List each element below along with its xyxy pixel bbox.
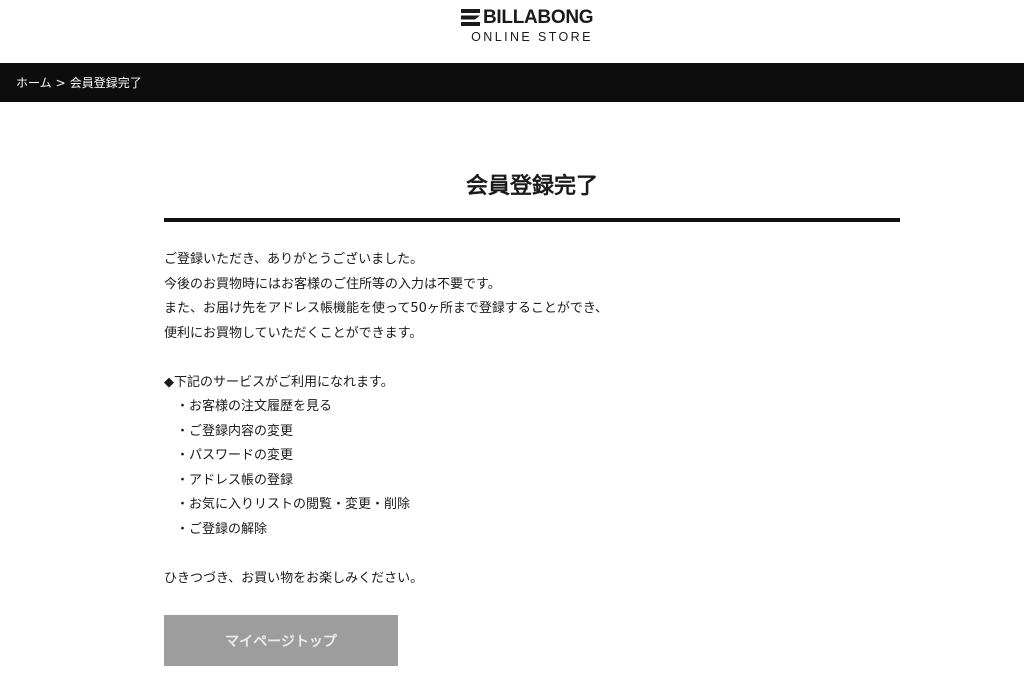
breadcrumb: ホーム > 会員登録完了 xyxy=(0,63,1024,102)
intro-line: 便利にお買物していただくことができます。 xyxy=(164,325,423,341)
page-title: 会員登録完了 xyxy=(465,174,598,199)
service-item: ・お気に入りリストの閲覧・変更・削除 xyxy=(176,497,411,512)
site-header: BILLABONG ONLINE STORE xyxy=(0,0,1024,63)
service-item: ・ご登録内容の変更 xyxy=(176,423,294,439)
mypage-top-button[interactable]: マイページトップ xyxy=(164,615,398,666)
billabong-wave-icon xyxy=(461,9,480,26)
service-item: ・お客様の注文履歴を見る xyxy=(176,399,333,414)
billabong-logo[interactable]: BILLABONG ONLINE STORE xyxy=(461,7,603,47)
logo-brand-name: BILLABONG xyxy=(483,7,594,28)
services-heading: ◆下記のサービスがご利用になれます。 xyxy=(164,374,394,390)
breadcrumb-current: 会員登録完了 xyxy=(69,76,142,90)
service-item: ・パスワードの変更 xyxy=(176,448,294,463)
intro-line: ご登録いただき、ありがとうございました。 xyxy=(164,252,424,267)
service-item: ・ご登録の解除 xyxy=(176,521,268,537)
completion-message: ご登録いただき、ありがとうございました。 今後のお買物時にはお客様のご住所等の入… xyxy=(164,248,900,591)
service-item: ・アドレス帳の登録 xyxy=(176,472,294,488)
main-content: 会員登録完了 ご登録いただき、ありがとうございました。 今後のお買物時にはお客様… xyxy=(164,102,900,666)
closing-message: ひきつづき、お買い物をお楽しみください。 xyxy=(164,570,424,586)
intro-line: また、お届け先をアドレス帳機能を使って50ヶ所まで登録することができ、 xyxy=(164,301,608,316)
intro-line: 今後のお買物時にはお客様のご住所等の入力は不要です。 xyxy=(164,276,501,292)
title-divider xyxy=(164,218,900,222)
breadcrumb-home-link[interactable]: ホーム xyxy=(16,74,52,91)
logo-tagline: ONLINE STORE xyxy=(471,30,593,44)
breadcrumb-separator: > xyxy=(55,75,66,90)
